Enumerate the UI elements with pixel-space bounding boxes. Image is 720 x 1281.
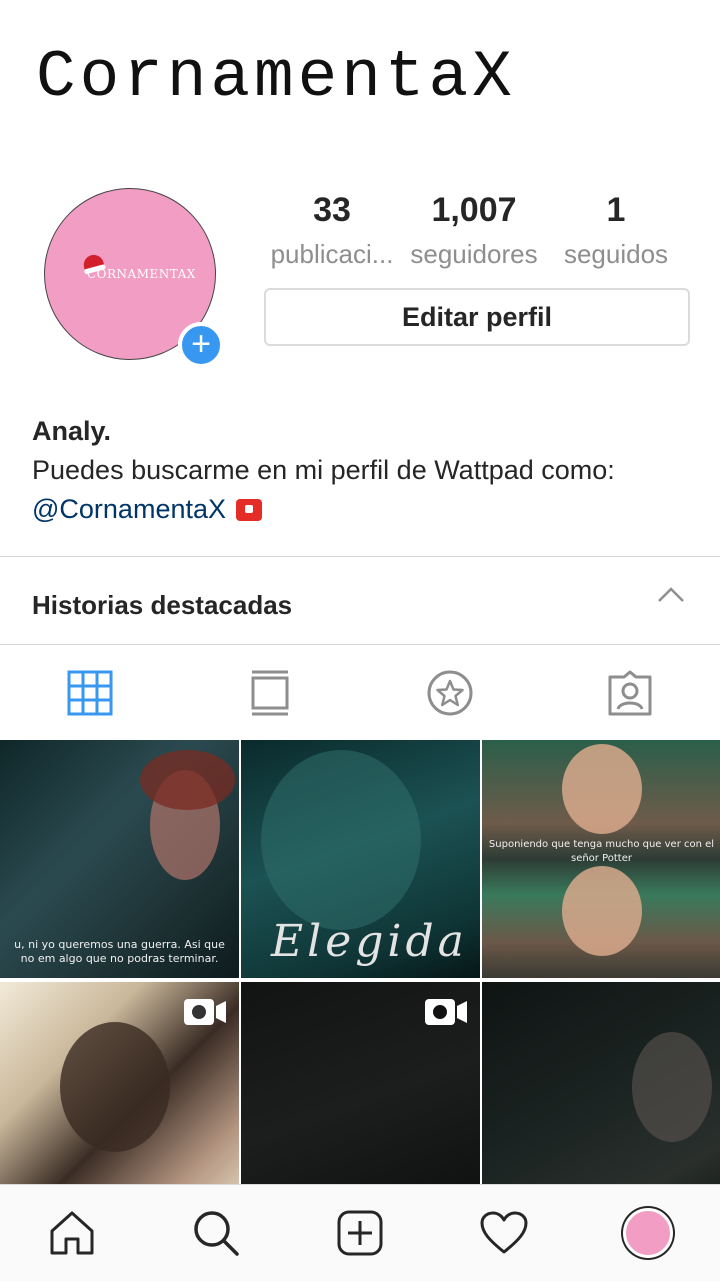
post-figure [562,744,642,834]
profile-stats: 33 publicaci... 1,007 seguidores 1 segui… [262,190,686,278]
home-icon [50,1211,94,1255]
star-icon [427,670,473,716]
tab-saved[interactable] [360,646,540,740]
profile-bio: Analy. Puedes buscarme en mi perfil de W… [32,412,615,529]
post-thumbnail[interactable]: Elegida [241,740,480,978]
post-caption: Suponiendo que tenga mucho que ver con e… [488,839,715,864]
stat-following-label: seguidos [563,239,669,269]
stat-posts-label: publicaci... [270,239,394,269]
post-figure [261,750,421,930]
nav-new-post[interactable] [320,1193,400,1273]
post-figure [60,1022,170,1152]
post-caption: Elegida [271,916,468,967]
post-caption: u, ni yo queremos una guerra. Asi que no… [14,938,225,965]
bio-text: Puedes buscarme en mi perfil de Wattpad … [32,455,615,485]
post-figure [140,750,235,810]
add-story-plus-icon[interactable]: + [178,322,224,368]
post-thumbnail[interactable]: u, ni yo queremos una guerra. Asi que no… [0,740,239,978]
post-figure [632,1032,712,1142]
tagged-icon [608,670,652,716]
stat-followers-count: 1,007 [431,191,517,229]
nav-activity[interactable] [464,1193,544,1273]
nav-search[interactable] [176,1193,256,1273]
tab-grid[interactable] [0,646,180,740]
bio-link[interactable]: @CornamentaX [32,494,226,524]
highlights-title: Historias destacadas [32,590,293,620]
tab-feed[interactable] [180,646,360,740]
profile-avatar-icon [623,1208,673,1258]
video-icon [425,999,467,1025]
bottom-navigation [0,1184,720,1281]
video-icon [184,999,226,1025]
grid-icon [67,670,113,716]
profile-username-title: CornamentaX [36,40,516,115]
add-post-icon [337,1210,383,1256]
avatar-text: CORNAMENTAX [87,267,196,281]
stat-followers-label: seguidores [410,239,538,269]
profile-tabs [0,646,720,740]
search-icon [194,1211,239,1256]
nav-profile[interactable] [608,1193,688,1273]
nav-home[interactable] [32,1193,112,1273]
youtube-emoji-icon [236,499,262,521]
stat-following-count: 1 [606,191,626,229]
chevron-up-icon[interactable] [656,584,686,611]
stat-following[interactable]: 1 seguidos [546,190,686,278]
stat-posts[interactable]: 33 publicaci... [262,190,402,278]
divider [0,556,720,557]
profile-avatar[interactable]: CORNAMENTAX + [44,188,224,368]
post-figure [562,866,642,956]
tab-tagged[interactable] [540,646,720,740]
post-thumbnail[interactable]: Suponiendo que tenga mucho que ver con e… [482,740,720,978]
feed-icon [251,670,289,716]
divider [0,644,720,645]
bio-name: Analy. [32,416,112,446]
stat-followers[interactable]: 1,007 seguidores [404,190,544,278]
stat-posts-count: 33 [313,191,351,229]
heart-icon [480,1211,528,1254]
edit-profile-button[interactable]: Editar perfil [264,288,690,346]
bio-link-line: @CornamentaX [32,490,615,529]
